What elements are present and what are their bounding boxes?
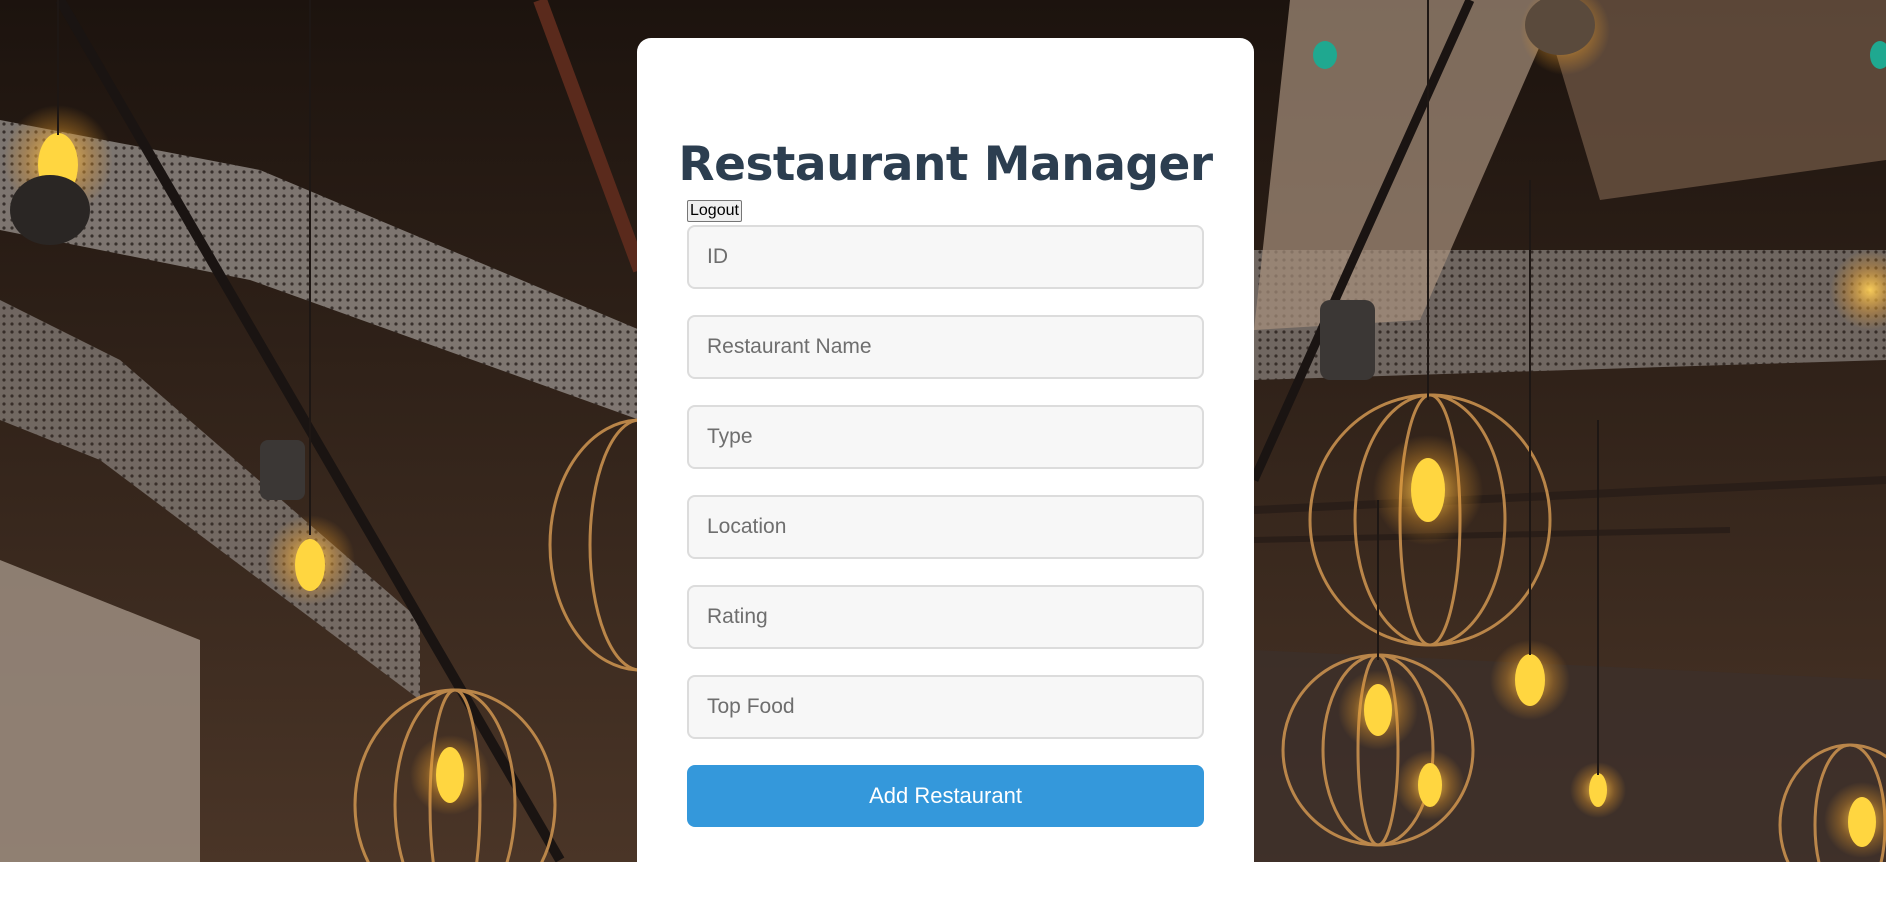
rating-input[interactable] (687, 585, 1204, 649)
page-title: Restaurant Manager (678, 137, 1213, 192)
logout-button[interactable]: Logout (687, 200, 742, 222)
restaurant-name-input[interactable] (687, 315, 1204, 379)
type-input[interactable] (687, 405, 1204, 469)
restaurant-form-card: Restaurant Manager Logout Add Restaurant (637, 38, 1254, 898)
add-restaurant-button[interactable]: Add Restaurant (687, 765, 1204, 827)
location-input[interactable] (687, 495, 1204, 559)
top-food-input[interactable] (687, 675, 1204, 739)
id-input[interactable] (687, 225, 1204, 289)
